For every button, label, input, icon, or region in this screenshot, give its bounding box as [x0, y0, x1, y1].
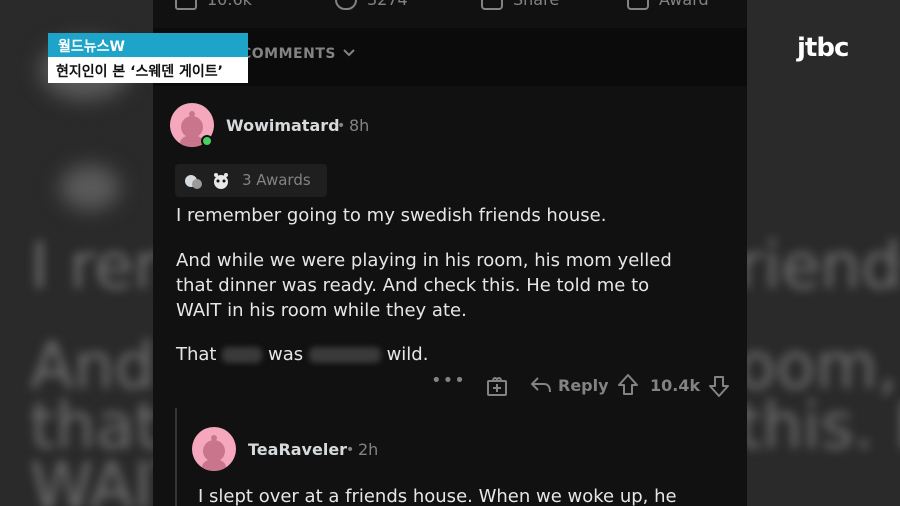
blurred-text-line: this. He — [747, 390, 900, 464]
give-award-icon[interactable] — [485, 374, 509, 398]
comment-paragraph: I remember going to my swedish friends h… — [176, 205, 607, 226]
share-button[interactable]: Share — [481, 0, 559, 10]
comment-word: wild. — [386, 344, 429, 365]
online-status-indicator — [201, 135, 213, 147]
comment-paragraph: That was wild. — [176, 342, 736, 367]
downvote-arrow-icon[interactable] — [708, 374, 730, 398]
censored-word — [308, 347, 381, 363]
comments-count: 3274 — [367, 0, 408, 9]
comment-username[interactable]: TeaRaveler — [248, 440, 347, 459]
upvote-arrow-icon[interactable] — [617, 373, 639, 397]
comment-word: That — [176, 344, 217, 365]
upvote-icon — [175, 0, 197, 10]
snoo-avatar-icon — [202, 435, 226, 471]
program-badge: 월드뉴스W — [48, 33, 248, 57]
blurred-text-line: I reme — [30, 230, 153, 304]
blurred-text-line: riends h — [747, 230, 900, 304]
broadcaster-logo: jtbc — [797, 33, 849, 63]
share-icon — [481, 0, 503, 10]
award-medal-icon — [185, 175, 202, 189]
comment-line: that dinner was ready. And check this. H… — [176, 275, 650, 296]
segment-title: 현지인이 본 ‘스웨덴 게이트’ — [48, 57, 248, 83]
comment-bubble-icon — [335, 0, 357, 10]
background-right-blur: riends h oom, hi this. He — [747, 0, 900, 506]
comment-word: was — [267, 344, 304, 365]
awards-count: 3 Awards — [242, 171, 311, 189]
upvote-count: 10.6k — [207, 0, 252, 9]
upvote-group[interactable]: 10.6k — [175, 0, 252, 10]
meta-separator: • — [346, 442, 355, 458]
avatar[interactable] — [192, 427, 236, 471]
wholesome-award-icon — [214, 173, 228, 189]
thread-line[interactable] — [175, 408, 177, 506]
award-label: Award — [659, 0, 709, 9]
more-options-button[interactable]: ••• — [431, 370, 466, 391]
post-action-bar: 10.6k 3274 Share Award — [153, 0, 747, 22]
blurred-award-shape — [60, 165, 120, 210]
award-icon — [627, 0, 649, 10]
censored-word — [222, 347, 263, 363]
comments-count-group[interactable]: 3274 — [335, 0, 408, 10]
comment-score: 10.4k — [650, 376, 701, 395]
comment-username[interactable]: Wowimatard — [226, 116, 340, 135]
comment-line: WAIT in his room while they ate. — [176, 300, 467, 321]
meta-separator: • — [337, 118, 346, 134]
comments-label: COMMENTS — [241, 46, 336, 62]
blurred-text-line: WAIT — [30, 450, 153, 506]
awards-badge[interactable]: 3 Awards — [175, 164, 327, 197]
chevron-down-icon[interactable] — [341, 44, 357, 60]
reply-icon[interactable] — [529, 374, 553, 396]
award-button[interactable]: Award — [627, 0, 709, 10]
comment-paragraph: I slept over at a friends house. When we… — [198, 486, 677, 506]
comment-line: And while we were playing in his room, h… — [176, 250, 672, 271]
reply-button[interactable]: Reply — [558, 376, 609, 395]
comment-time: 2h — [358, 440, 379, 459]
comment-time: 8h — [349, 116, 370, 135]
comment-paragraph: And while we were playing in his room, h… — [176, 248, 736, 323]
share-label: Share — [513, 0, 559, 9]
